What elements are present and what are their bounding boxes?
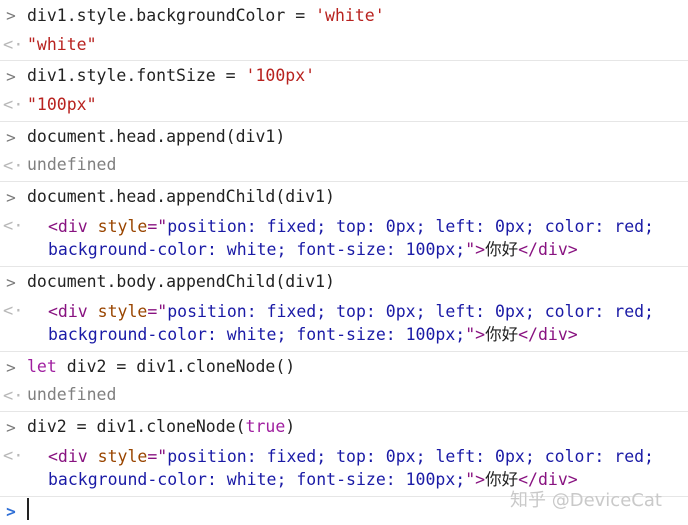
console-output-element-row[interactable]: <· <div style="position: fixed; top: 0px… (0, 211, 688, 266)
element-line-2: background-color: white; font-size: 100p… (48, 240, 578, 259)
console-input-row[interactable]: > div2 = div1.cloneNode(true) (0, 411, 688, 441)
console-input-row[interactable]: > document.head.append(div1) (0, 121, 688, 151)
text-caret (27, 498, 29, 520)
active-prompt-chevron-icon: > (6, 502, 16, 521)
output-arrow-icon: <· (3, 386, 24, 406)
console-output-element-row[interactable]: <· <div style="position: fixed; top: 0px… (0, 296, 688, 351)
input-code: div1.style.backgroundColor = 'white' (27, 6, 385, 25)
output-undefined: undefined (27, 155, 117, 174)
prompt-chevron-icon: > (6, 67, 16, 86)
console-output-row: <· "white" (0, 30, 688, 60)
output-undefined: undefined (27, 385, 117, 404)
element-line-1: <div style="position: fixed; top: 0px; l… (48, 447, 654, 466)
console-input-row[interactable]: > div1.style.fontSize = '100px' (0, 60, 688, 90)
prompt-chevron-icon: > (6, 6, 16, 25)
prompt-chevron-icon: > (6, 358, 16, 377)
console-input-row[interactable]: > let div2 = div1.cloneNode() (0, 351, 688, 381)
output-value: "100px" (27, 95, 97, 114)
input-code: document.head.appendChild(div1) (27, 187, 335, 206)
prompt-chevron-icon: > (6, 188, 16, 207)
input-code: document.body.appendChild(div1) (27, 272, 335, 291)
console-panel: > div1.style.backgroundColor = 'white' <… (0, 0, 688, 525)
console-output-row: <· undefined (0, 381, 688, 411)
watermark: 知乎 @DeviceCat (510, 490, 662, 511)
element-line-1: <div style="position: fixed; top: 0px; l… (48, 302, 654, 321)
prompt-chevron-icon: > (6, 128, 16, 147)
output-arrow-icon: <· (3, 156, 24, 176)
console-input-row[interactable]: > div1.style.backgroundColor = 'white' (0, 0, 688, 30)
element-line-2: background-color: white; font-size: 100p… (48, 470, 578, 489)
input-code: let div2 = div1.cloneNode() (27, 357, 296, 376)
input-code: div2 = div1.cloneNode(true) (27, 417, 296, 436)
element-line-1: <div style="position: fixed; top: 0px; l… (48, 217, 654, 236)
prompt-chevron-icon: > (6, 273, 16, 292)
console-output-row: <· undefined (0, 151, 688, 181)
console-input-row[interactable]: > document.head.appendChild(div1) (0, 181, 688, 211)
output-value: "white" (27, 35, 97, 54)
prompt-chevron-icon: > (6, 418, 16, 437)
output-arrow-icon: <· (3, 301, 24, 321)
console-input-row[interactable]: > document.body.appendChild(div1) (0, 266, 688, 296)
output-arrow-icon: <· (3, 35, 24, 55)
input-code: document.head.append(div1) (27, 127, 286, 146)
input-code: div1.style.fontSize = '100px' (27, 66, 316, 85)
console-output-row: <· "100px" (0, 90, 688, 120)
output-arrow-icon: <· (3, 216, 24, 236)
element-line-2: background-color: white; font-size: 100p… (48, 325, 578, 344)
output-arrow-icon: <· (3, 95, 24, 115)
output-arrow-icon: <· (3, 446, 24, 466)
